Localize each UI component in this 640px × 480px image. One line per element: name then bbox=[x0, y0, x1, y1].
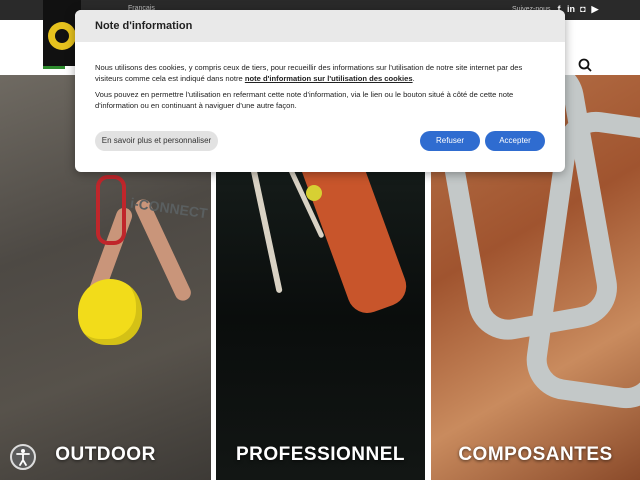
linkedin-icon[interactable]: in bbox=[566, 4, 576, 14]
harness-light bbox=[306, 185, 322, 201]
modal-body: Nous utilisons des cookies, y compris ce… bbox=[75, 42, 565, 111]
quickdraw bbox=[96, 175, 126, 245]
accessibility-icon[interactable] bbox=[10, 444, 36, 470]
logo-mark bbox=[48, 22, 76, 50]
refuse-button[interactable]: Refuser bbox=[420, 131, 480, 151]
modal-paragraph-2: Vous pouvez en permettre l'utilisation e… bbox=[95, 90, 514, 110]
tile-label-composantes: COMPOSANTES bbox=[458, 444, 613, 465]
climber-helmet bbox=[78, 279, 142, 345]
youtube-icon[interactable]: ▶ bbox=[590, 4, 600, 14]
logo-flag-stripe bbox=[43, 66, 65, 69]
modal-title: Note d'information bbox=[75, 10, 565, 42]
cookie-modal: Note d'information Nous utilisons des co… bbox=[75, 10, 565, 172]
search-icon[interactable] bbox=[578, 58, 592, 72]
cookie-policy-link[interactable]: note d'information sur l'utilisation des… bbox=[245, 74, 413, 83]
tile-label-professionnel: PROFESSIONNEL bbox=[235, 444, 406, 465]
accept-button[interactable]: Accepter bbox=[485, 131, 545, 151]
instagram-icon[interactable]: ◘ bbox=[578, 4, 588, 14]
modal-paragraph-1: Nous utilisons des cookies, y compris ce… bbox=[95, 63, 523, 83]
more-settings-button[interactable]: En savoir plus et personnaliser bbox=[95, 131, 218, 151]
